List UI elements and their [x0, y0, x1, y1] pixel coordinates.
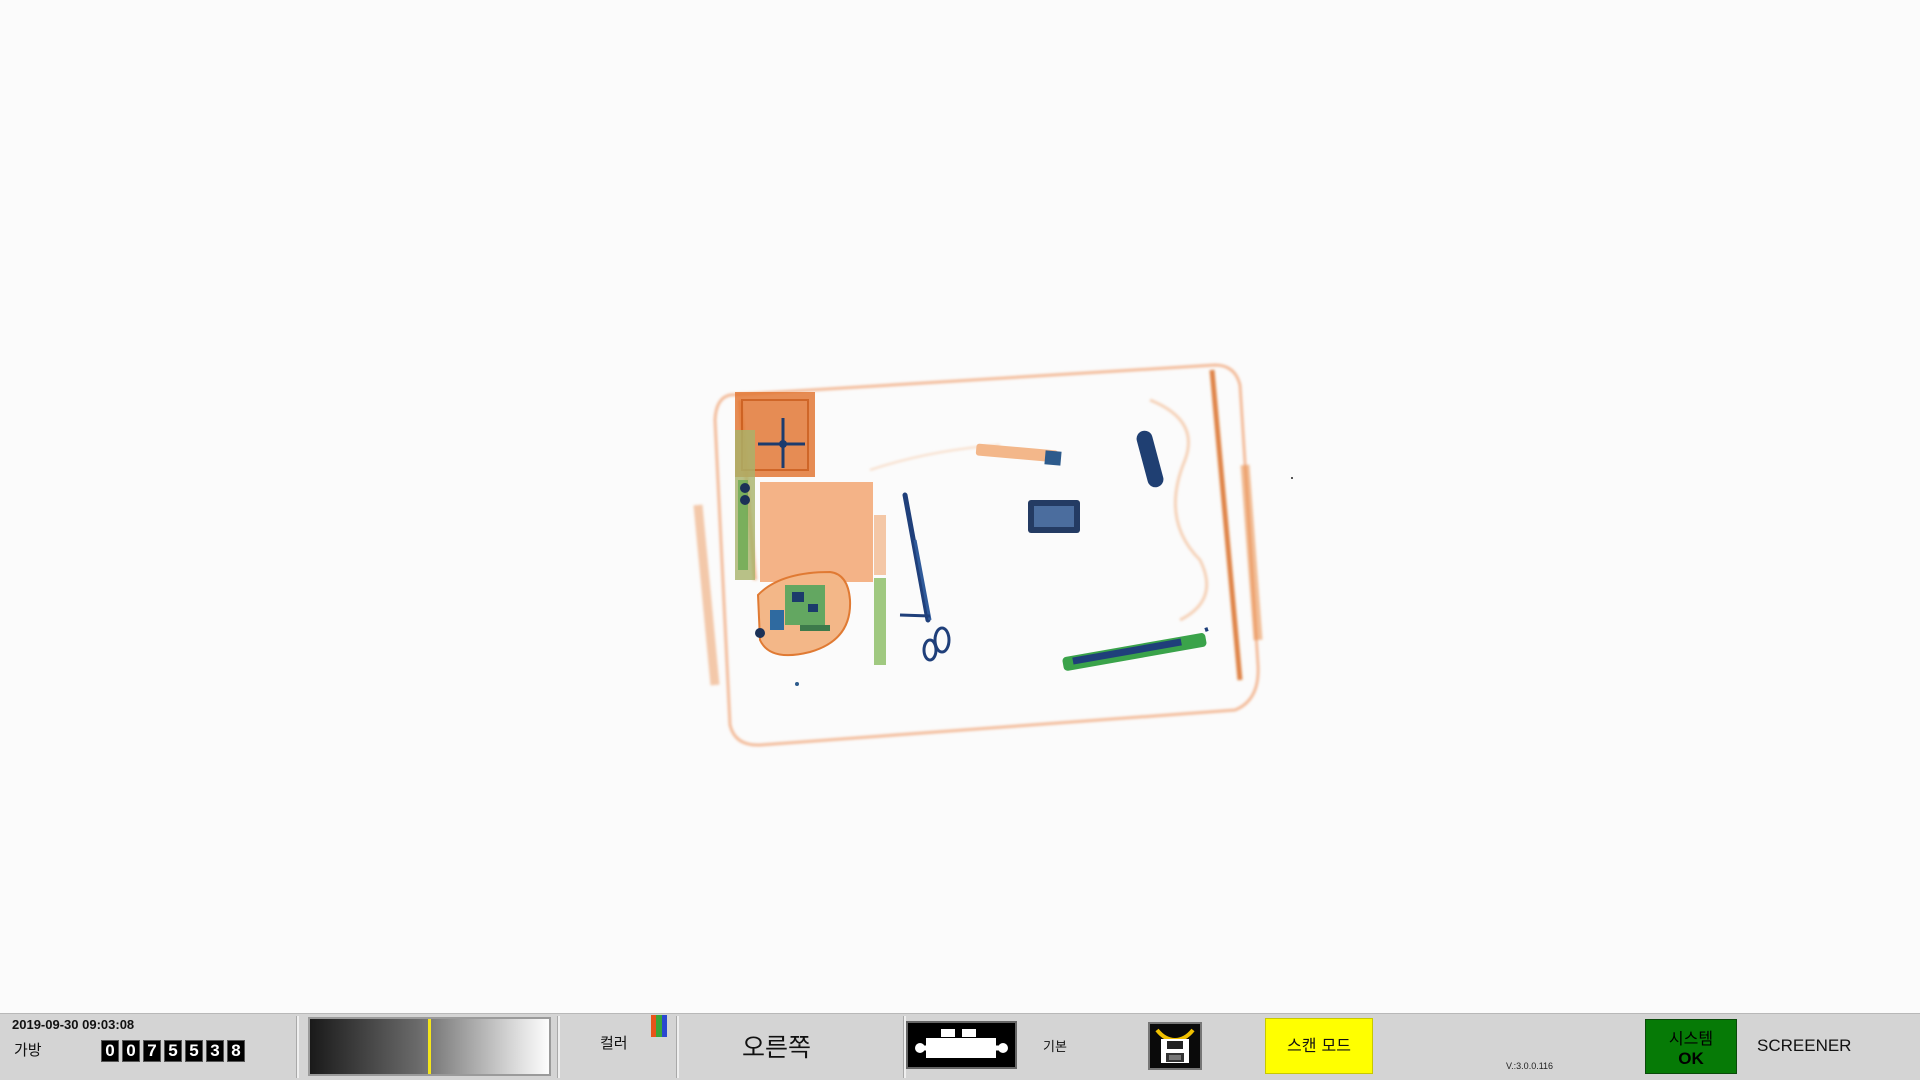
system-status-title: 시스템 [1668, 1029, 1714, 1048]
lighter [975, 443, 1062, 466]
bag-count-label: 가방 [14, 1041, 42, 1059]
grayscale-level-marker[interactable] [428, 1019, 431, 1074]
xray-image-viewer[interactable] [0, 0, 1920, 1013]
battery [1028, 500, 1080, 533]
divider [296, 1016, 299, 1078]
image-mode-basic-label[interactable]: 기본 [1043, 1036, 1067, 1055]
organic-package [760, 482, 873, 582]
system-status-indicator[interactable]: 시스템 OK [1645, 1019, 1737, 1074]
bag-counter-digit: 3 [206, 1040, 224, 1062]
user-role-label: SCREENER [1757, 1036, 1852, 1055]
grayscale-level-bar[interactable] [308, 1017, 551, 1076]
scissors [899, 492, 951, 662]
bag-counter-digit: 5 [185, 1040, 203, 1062]
conveyor-belt-button[interactable] [906, 1021, 1017, 1069]
bag-counter-digit: 0 [122, 1040, 140, 1062]
status-bar: 2019-09-30 09:03:08 가방 0075538 컬러 오른쪽 기본 [0, 1013, 1920, 1080]
bag-counter-digit: 0 [101, 1040, 119, 1062]
version-label: V.:3.0.0.116 [1506, 1061, 1554, 1071]
pen [1062, 627, 1209, 671]
electronic-board [755, 570, 852, 656]
color-palette-icon[interactable] [651, 1015, 667, 1037]
xray-scan-image [693, 363, 1293, 747]
save-image-icon [1155, 1028, 1195, 1063]
bag-counter: 0075538 [101, 1040, 245, 1062]
bag-counter-digit: 5 [164, 1040, 182, 1062]
divider [676, 1016, 679, 1078]
save-image-button[interactable] [1148, 1022, 1202, 1070]
scan-mode-button[interactable]: 스캔 모드 [1265, 1018, 1373, 1074]
green-stick [874, 578, 886, 665]
color-mode-label[interactable]: 컬러 [600, 1032, 628, 1053]
scan-datetime: 2019-09-30 09:03:08 [12, 1017, 135, 1032]
metal-cylinder [1136, 430, 1164, 488]
scan-direction-label[interactable]: 오른쪽 [742, 1028, 811, 1064]
divider [557, 1016, 560, 1078]
bag-counter-digit: 8 [227, 1040, 245, 1062]
system-status-value: OK [1678, 1049, 1704, 1068]
conveyor-belt-icon [915, 1029, 1008, 1058]
bag-counter-digit: 7 [143, 1040, 161, 1062]
